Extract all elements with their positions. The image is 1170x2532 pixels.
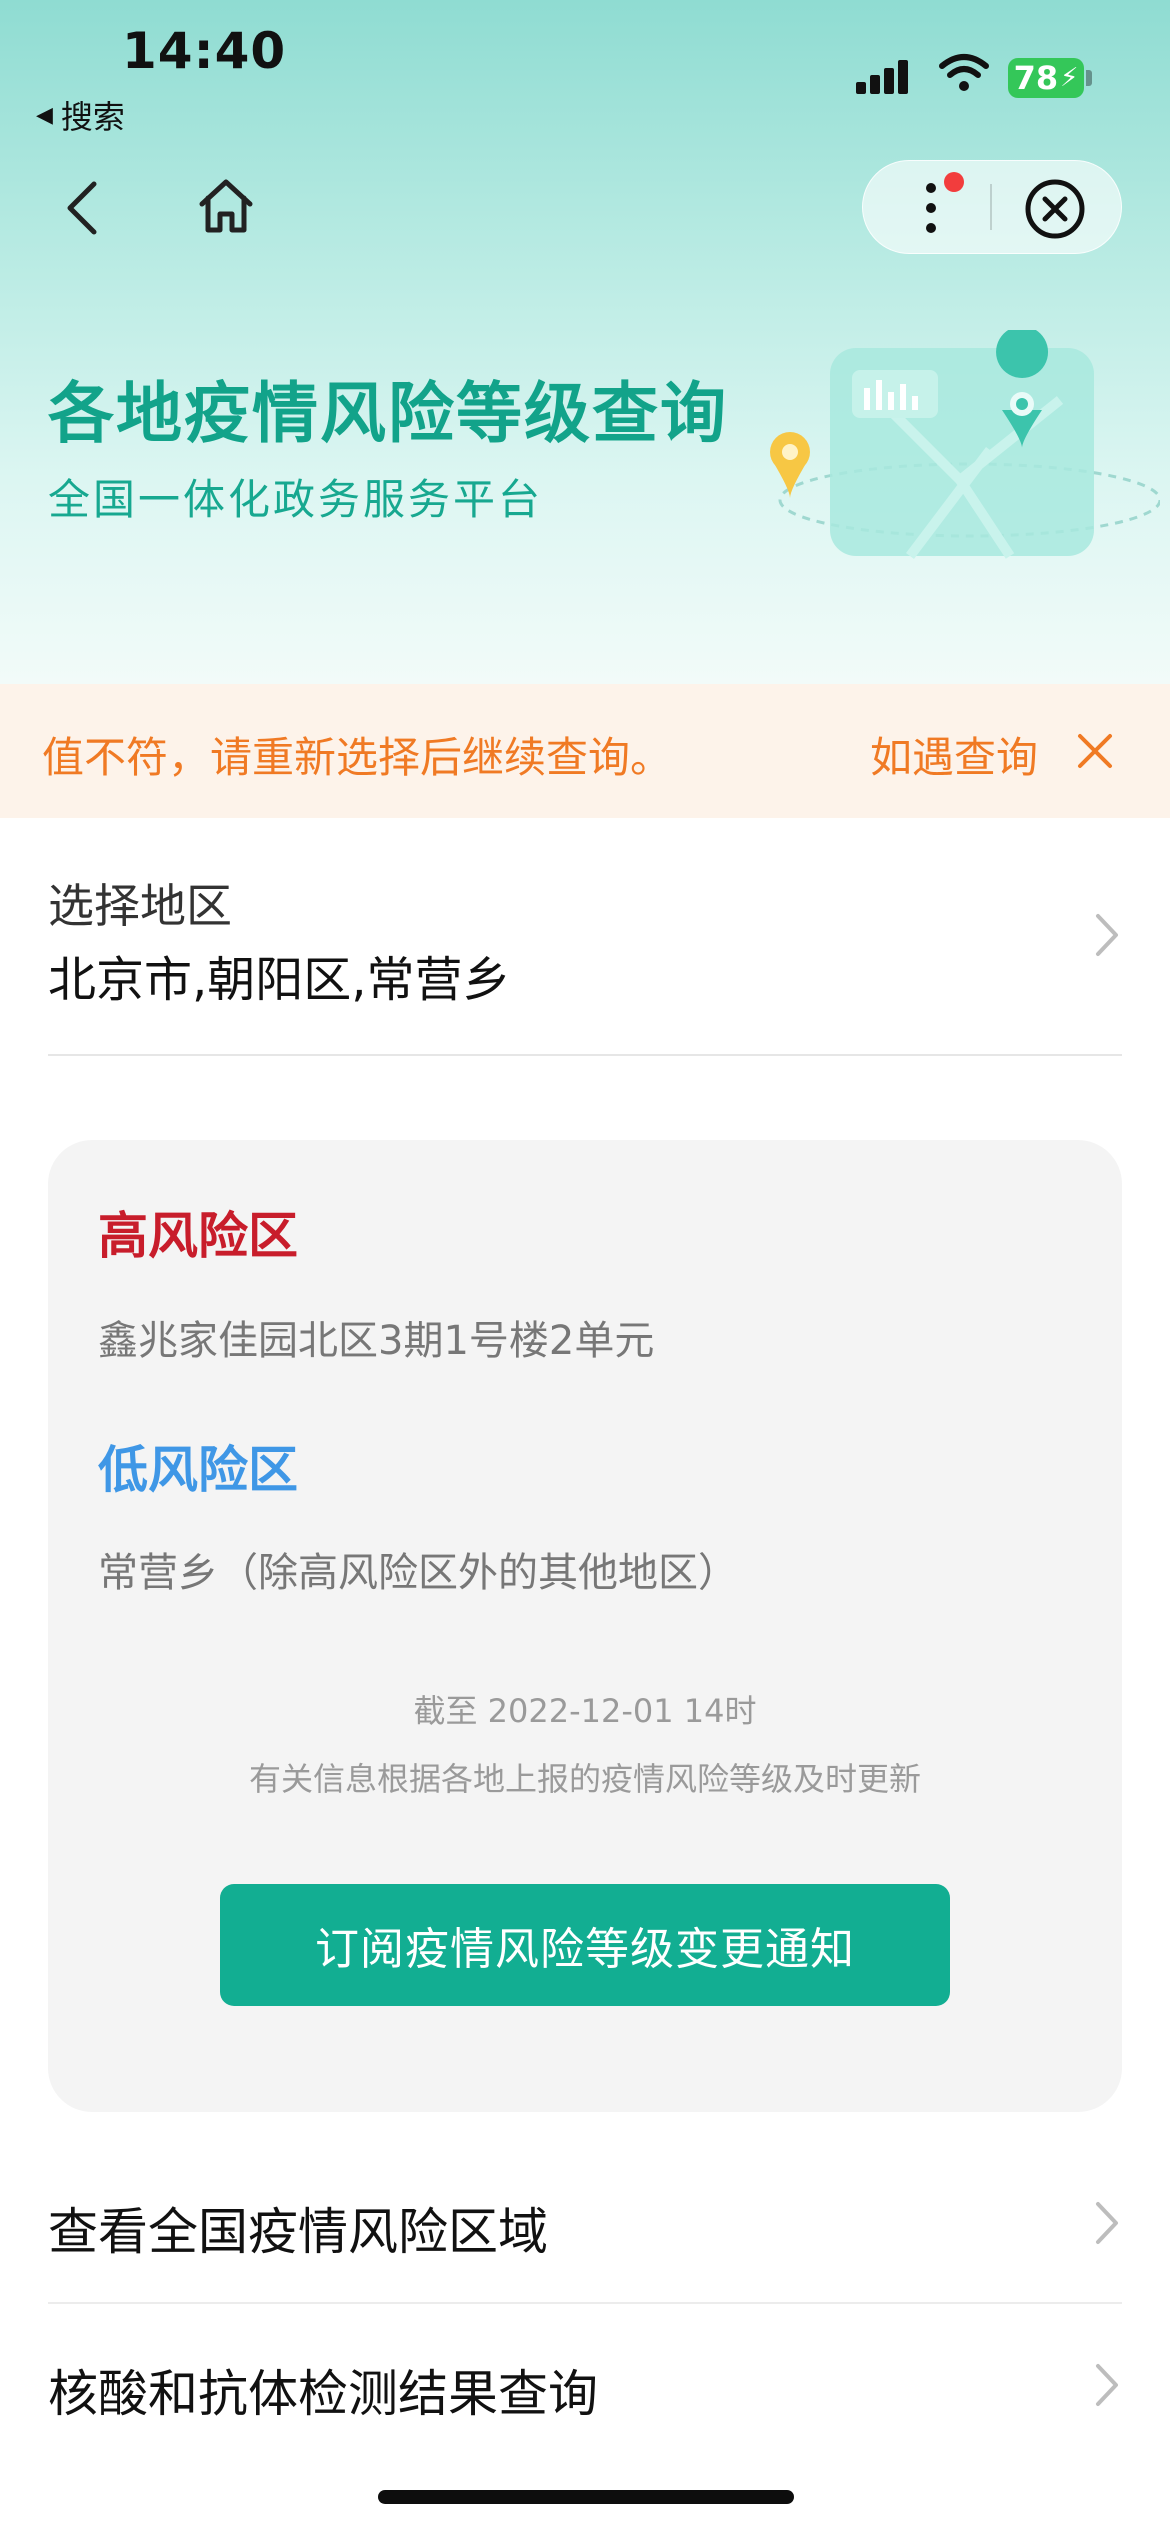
capsule-separator <box>990 184 992 230</box>
wifi-icon <box>939 54 989 91</box>
chevron-right-icon <box>1096 2364 1118 2406</box>
high-risk-title: 高风险区 <box>98 1207 298 1265</box>
status-time: 14:40 <box>122 22 287 80</box>
home-icon[interactable] <box>196 176 256 236</box>
notice-text: 值不符，请重新选择后继续查询。 <box>42 733 673 782</box>
notification-dot <box>944 172 964 192</box>
link-national-risk-areas[interactable]: 查看全国疫情风险区域 <box>0 2144 1170 2304</box>
link-label: 查看全国疫情风险区域 <box>48 2203 548 2261</box>
chevron-right-icon <box>1096 2202 1118 2244</box>
link-test-results[interactable]: 核酸和抗体检测结果查询 <box>0 2306 1170 2466</box>
page-title: 各地疫情风险等级查询 <box>48 375 728 452</box>
low-risk-area: 常营乡（除高风险区外的其他地区） <box>98 1550 738 1596</box>
battery-level: 78 <box>1013 59 1059 97</box>
divider <box>48 1054 1122 1056</box>
battery-tip <box>1086 70 1092 86</box>
close-notice-icon[interactable] <box>1074 730 1116 772</box>
subscribe-button[interactable]: 订阅疫情风险等级变更通知 <box>220 1884 950 2006</box>
notice-text-next: 如遇查询 <box>870 733 1039 782</box>
region-label: 选择地区 <box>48 879 232 933</box>
low-risk-title: 低风险区 <box>98 1441 298 1499</box>
divider <box>48 2302 1122 2304</box>
map-illustration <box>770 330 1160 560</box>
battery-indicator: 78 ⚡ <box>1008 58 1084 98</box>
back-to-app-link[interactable]: ◀ 搜索 <box>36 92 125 138</box>
high-risk-area: 鑫兆家佳园北区3期1号楼2单元 <box>98 1318 655 1364</box>
link-label: 核酸和抗体检测结果查询 <box>48 2365 598 2423</box>
back-triangle-icon: ◀ <box>36 102 53 128</box>
update-note: 有关信息根据各地上报的疫情风险等级及时更新 <box>248 1760 921 1798</box>
chevron-right-icon <box>1096 914 1118 956</box>
as-of-time: 截至 2022-12-01 14时 <box>413 1692 757 1730</box>
region-selector[interactable]: 选择地区 北京市,朝阳区,常营乡 <box>0 820 1170 1056</box>
notice-banner: 值不符，请重新选择后继续查询。 如遇查询 <box>0 684 1170 818</box>
back-app-label: 搜索 <box>60 98 125 136</box>
region-value: 北京市,朝阳区,常营乡 <box>48 952 511 1008</box>
back-arrow-icon[interactable] <box>60 178 104 238</box>
cellular-signal-icon <box>856 60 908 94</box>
page-subtitle: 全国一体化政务服务平台 <box>48 475 544 524</box>
close-miniprogram-icon[interactable] <box>1024 178 1086 240</box>
home-indicator[interactable] <box>378 2490 794 2504</box>
